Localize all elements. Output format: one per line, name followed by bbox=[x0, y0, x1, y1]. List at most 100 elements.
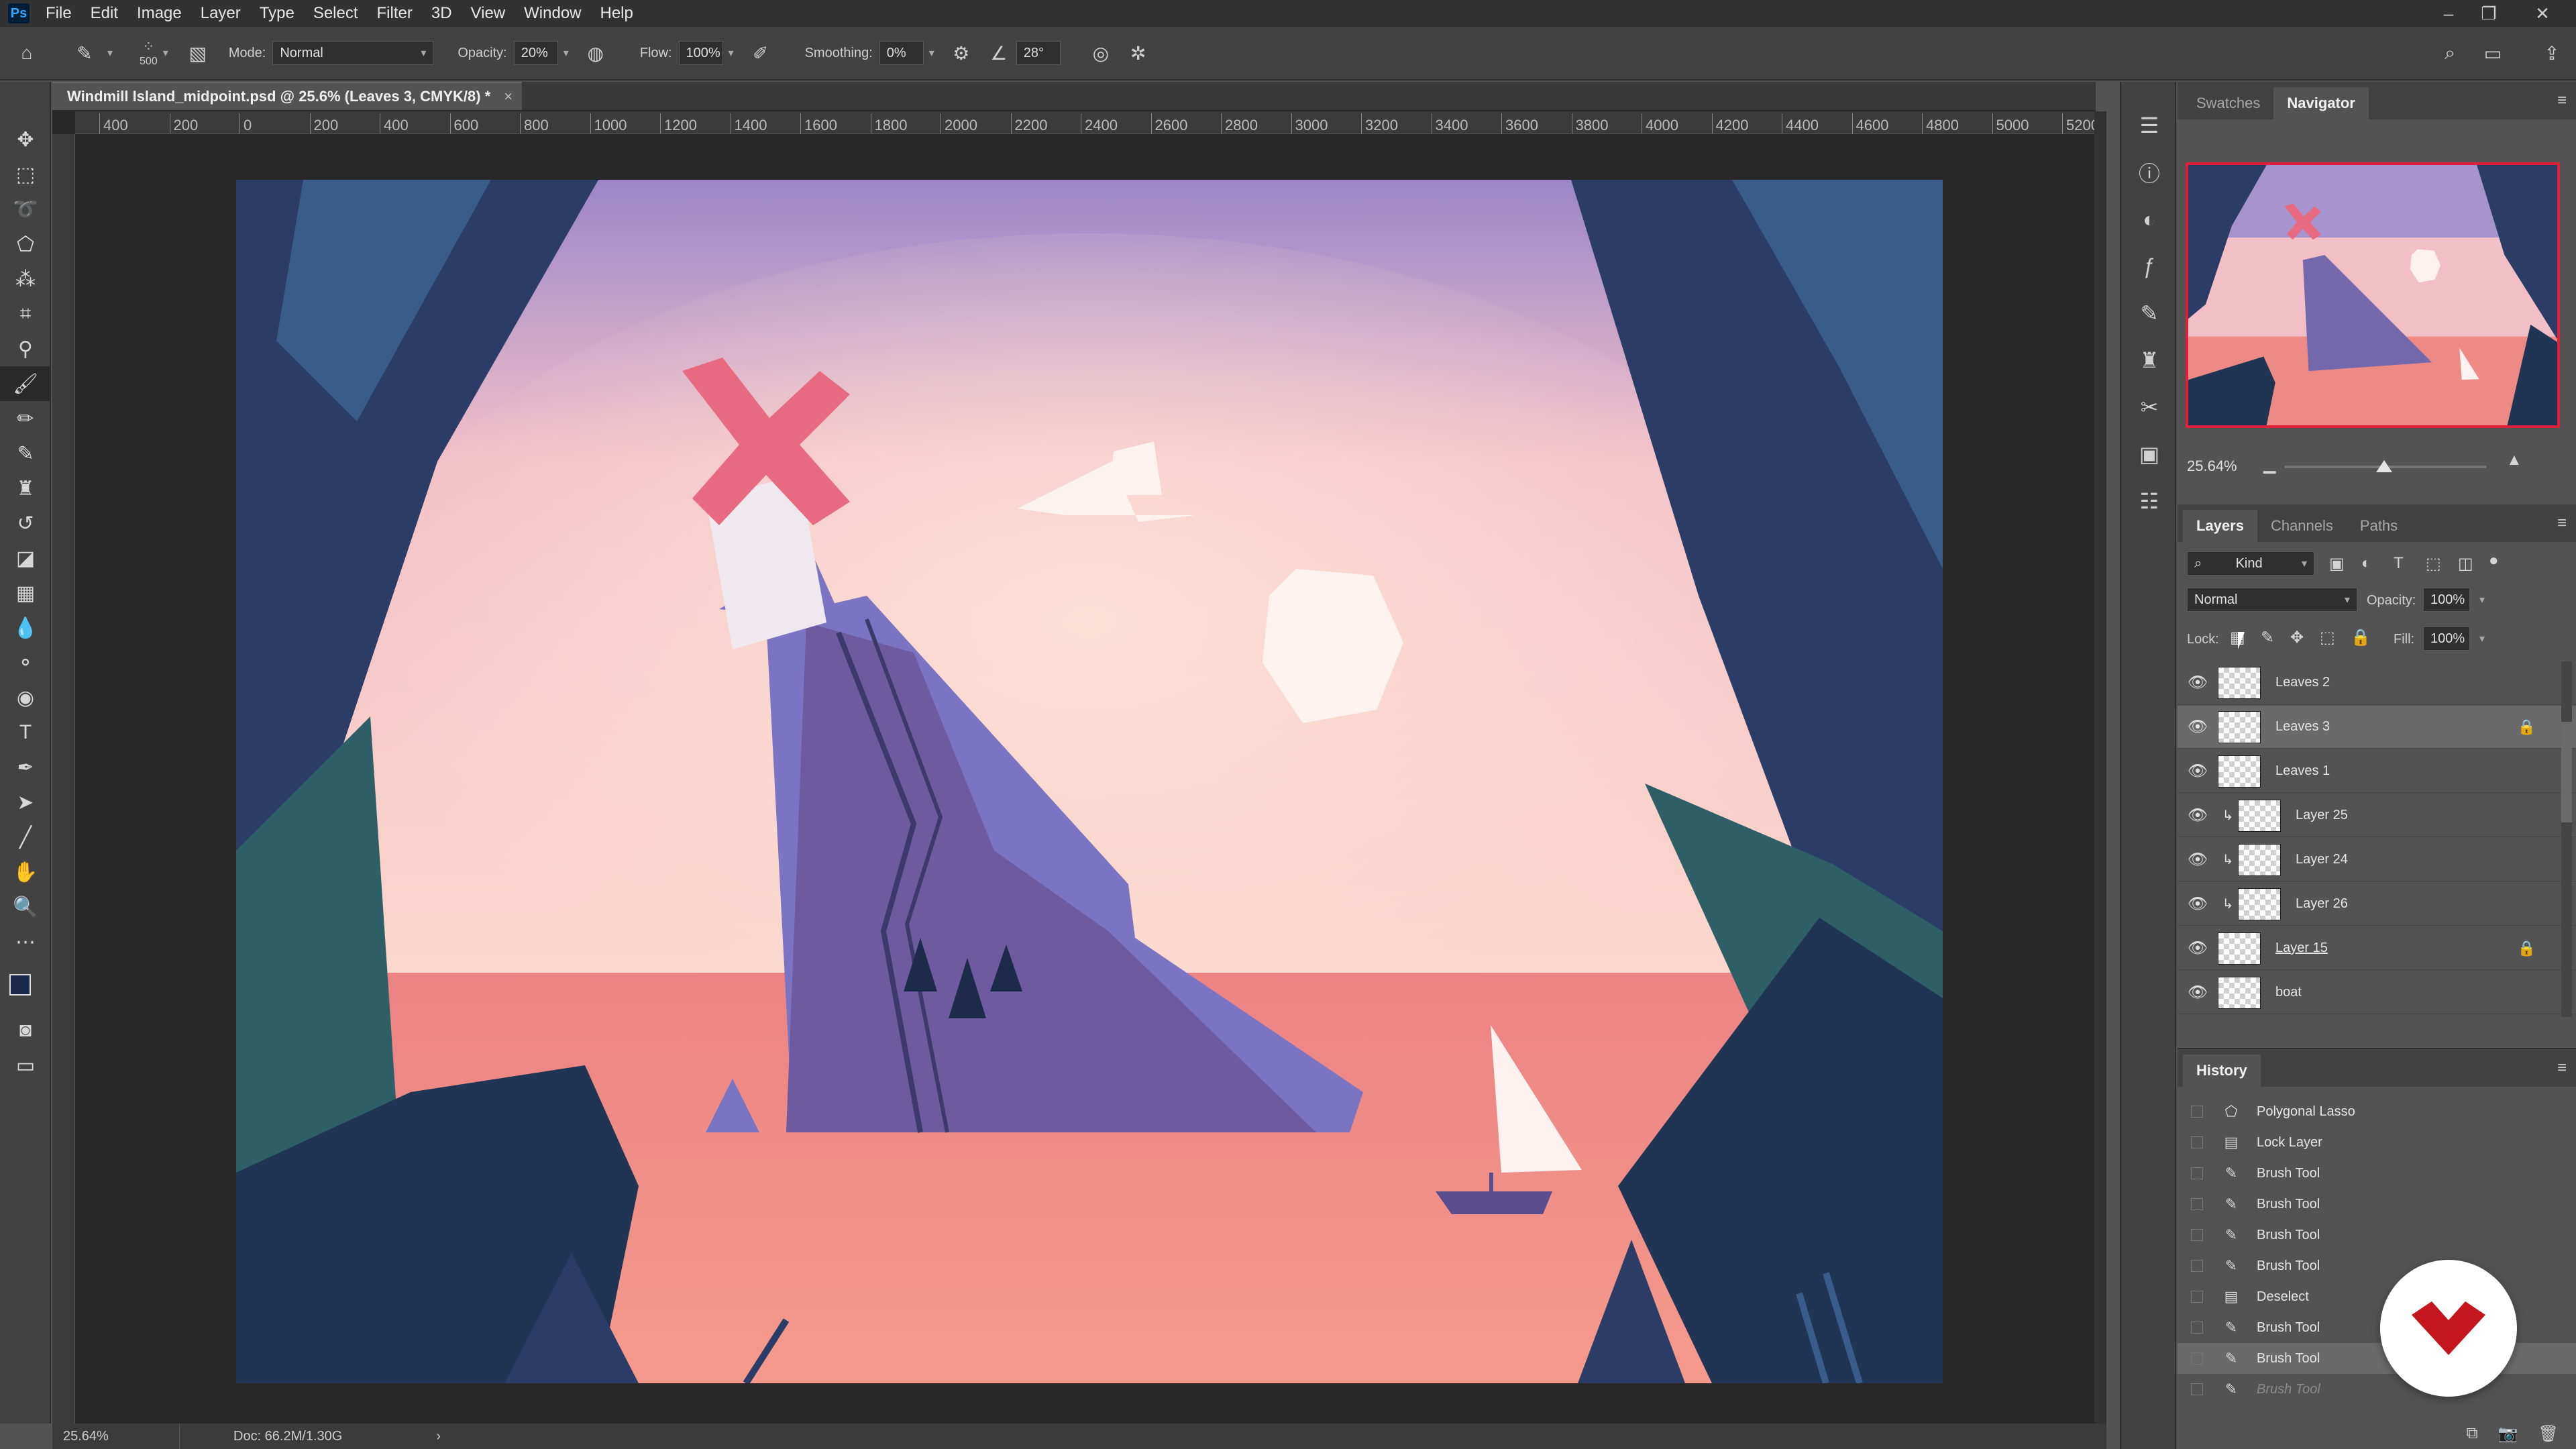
history-brush-tool-icon[interactable]: ↺ bbox=[0, 506, 51, 541]
lock-position-icon[interactable]: ✥ bbox=[2290, 628, 2304, 647]
brush-tool-icon[interactable]: 🖌 bbox=[0, 366, 51, 401]
layer-row-leaves-3[interactable]: 👁 Leaves 3 🔒 bbox=[2178, 706, 2576, 749]
delete-state-icon[interactable]: 🗑 bbox=[2538, 1424, 2559, 1444]
menu-3d[interactable]: 3D bbox=[422, 4, 462, 23]
quick-mask-icon[interactable]: ◙ bbox=[0, 1013, 51, 1048]
visibility-eye-icon[interactable]: 👁 bbox=[2178, 894, 2218, 914]
foreground-color-swatch[interactable] bbox=[9, 974, 31, 996]
sponge-tool-icon[interactable]: ◉ bbox=[0, 680, 51, 715]
history-item[interactable]: ✎ Brush Tool bbox=[2178, 1189, 2576, 1220]
navigator-zoom[interactable]: 25.64% bbox=[2187, 458, 2237, 475]
share-icon[interactable]: ⇪ bbox=[2538, 40, 2565, 66]
clone-source-icon[interactable]: ♜ bbox=[2121, 337, 2178, 384]
layers-scrollbar[interactable] bbox=[2561, 661, 2572, 1017]
search-icon[interactable]: ⌕ bbox=[2436, 40, 2463, 66]
screen-mode-icon[interactable]: ▭ bbox=[0, 1048, 51, 1083]
blur-tool-icon[interactable]: 💧 bbox=[0, 610, 51, 645]
layer-comps-icon[interactable]: ☷ bbox=[2121, 478, 2178, 525]
minimize-icon[interactable]: – bbox=[2428, 0, 2469, 27]
filter-adjustment-icon[interactable]: ◐ bbox=[2361, 554, 2371, 573]
snapshot-camera-icon[interactable]: 📷 bbox=[2498, 1424, 2518, 1444]
status-menu-icon[interactable]: › bbox=[436, 1429, 441, 1444]
filter-type-icon[interactable]: T bbox=[2394, 554, 2404, 573]
pressure-opacity-icon[interactable]: ◍ bbox=[582, 40, 609, 66]
smoothing-input[interactable]: 0% bbox=[879, 41, 924, 65]
zoom-out-icon[interactable]: ▁ bbox=[2263, 455, 2275, 474]
artwork-canvas[interactable] bbox=[236, 180, 1943, 1383]
smoothing-caret-icon[interactable]: ▾ bbox=[929, 46, 934, 60]
history-item[interactable]: ▤ Lock Layer bbox=[2178, 1127, 2576, 1158]
history-item[interactable]: ✎ Brush Tool bbox=[2178, 1220, 2576, 1250]
visibility-eye-icon[interactable]: 👁 bbox=[2178, 850, 2218, 869]
eyedropper-tool-icon[interactable]: ⚲ bbox=[0, 331, 51, 366]
menu-edit[interactable]: Edit bbox=[81, 4, 127, 23]
menu-window[interactable]: Window bbox=[515, 4, 590, 23]
panel-menu-icon[interactable]: ≡ bbox=[2557, 91, 2567, 110]
horizontal-ruler[interactable]: 400 200 0 200 400 600 800 1000 1200 1400 1600 1800 2… bbox=[75, 111, 2094, 134]
menu-type[interactable]: Type bbox=[250, 4, 304, 23]
lock-artboard-icon[interactable]: ⬚ bbox=[2320, 628, 2335, 647]
angle-input[interactable]: 28° bbox=[1016, 41, 1061, 65]
dodge-tool-icon[interactable]: ⚬ bbox=[0, 645, 51, 680]
gear-icon[interactable]: ⚙ bbox=[948, 40, 975, 66]
adjustments-icon[interactable]: ◐ bbox=[2121, 196, 2178, 243]
home-icon[interactable]: ⌂ bbox=[13, 40, 40, 66]
tab-paths[interactable]: Paths bbox=[2347, 510, 2411, 542]
layer-row-boat[interactable]: 👁 boat bbox=[2178, 971, 2576, 1014]
menu-select[interactable]: Select bbox=[304, 4, 368, 23]
layer-row-layer-26[interactable]: 👁 ↳ Layer 26 bbox=[2178, 883, 2576, 926]
close-window-icon[interactable]: ✕ bbox=[2522, 0, 2563, 27]
visibility-eye-icon[interactable]: 👁 bbox=[2178, 983, 2218, 1002]
menu-image[interactable]: Image bbox=[127, 4, 191, 23]
filter-toggle-icon[interactable]: ● bbox=[2489, 551, 2499, 570]
brush-size-caret-icon[interactable]: ▾ bbox=[163, 46, 168, 60]
visibility-eye-icon[interactable]: 👁 bbox=[2178, 673, 2218, 692]
zoom-in-icon[interactable]: ▲ bbox=[2506, 451, 2522, 470]
history-item[interactable]: ✎ Brush Tool bbox=[2178, 1250, 2576, 1281]
workspace-icon[interactable]: ▭ bbox=[2479, 40, 2506, 66]
history-item-undone[interactable]: ✎ Brush Tool bbox=[2178, 1374, 2576, 1405]
layer-opacity-input[interactable]: 100% bbox=[2423, 588, 2470, 612]
airbrush-icon[interactable]: ✐ bbox=[747, 40, 774, 66]
restore-icon[interactable]: ❐ bbox=[2469, 0, 2509, 27]
tab-history[interactable]: History bbox=[2183, 1055, 2261, 1087]
history-item-current[interactable]: ✎ Brush Tool bbox=[2178, 1343, 2576, 1374]
new-document-from-state-icon[interactable]: ⧉ bbox=[2467, 1424, 2478, 1443]
history-item[interactable]: ✎ Brush Tool bbox=[2178, 1158, 2576, 1189]
brush-preset-caret-icon[interactable]: ▾ bbox=[107, 46, 113, 60]
opacity-caret-icon[interactable]: ▾ bbox=[564, 46, 569, 60]
gradient-tool-icon[interactable]: ▦ bbox=[0, 576, 51, 610]
tab-layers[interactable]: Layers bbox=[2183, 510, 2257, 542]
layer-row-leaves-1[interactable]: 👁 Leaves 1 bbox=[2178, 750, 2576, 793]
lock-pixels-icon[interactable]: ✎ bbox=[2261, 628, 2274, 647]
menu-layer[interactable]: Layer bbox=[191, 4, 250, 23]
navigator-slider-handle[interactable] bbox=[2376, 460, 2392, 472]
brush-settings-panel-icon[interactable]: ▧ bbox=[184, 40, 211, 66]
color-swatches[interactable] bbox=[0, 959, 50, 1013]
polygonal-lasso-tool-icon[interactable]: ⬠ bbox=[0, 227, 51, 262]
document-scrollbar[interactable] bbox=[2094, 111, 2106, 1424]
zoom-level[interactable]: 25.64% bbox=[52, 1424, 180, 1449]
clone-stamp-tool-icon[interactable]: ♜ bbox=[0, 471, 51, 506]
layer-row-layer-24[interactable]: 👁 ↳ Layer 24 bbox=[2178, 839, 2576, 881]
filter-smart-object-icon[interactable]: ◫ bbox=[2458, 554, 2473, 574]
menu-filter[interactable]: Filter bbox=[368, 4, 422, 23]
navigator-thumbnail[interactable] bbox=[2186, 162, 2560, 428]
layer-filter-kind-select[interactable]: ⌕ Kind ▾ bbox=[2187, 551, 2314, 576]
panel-menu-icon[interactable]: ≡ bbox=[2557, 514, 2567, 533]
panel-menu-icon[interactable]: ≡ bbox=[2557, 1059, 2567, 1077]
marquee-tool-icon[interactable]: ⬚ bbox=[0, 157, 51, 192]
pressure-size-icon[interactable]: ◎ bbox=[1087, 40, 1114, 66]
pencil-tool-icon[interactable]: ✏ bbox=[0, 401, 51, 436]
mixer-brush-tool-icon[interactable]: ✎ bbox=[0, 436, 51, 471]
crop-tool-icon[interactable]: ⌗ bbox=[0, 297, 51, 331]
layer-row-leaves-2[interactable]: 👁 Leaves 2 bbox=[2178, 661, 2576, 704]
move-tool-icon[interactable]: ✥ bbox=[0, 122, 51, 157]
hand-tool-icon[interactable]: ✋ bbox=[0, 855, 51, 890]
info-icon[interactable]: ⓘ bbox=[2121, 149, 2178, 196]
tab-channels[interactable]: Channels bbox=[2257, 510, 2347, 542]
lock-all-icon[interactable]: 🔒 bbox=[2351, 628, 2371, 647]
filter-shape-icon[interactable]: ⬚ bbox=[2426, 554, 2441, 574]
flow-caret-icon[interactable]: ▾ bbox=[729, 46, 734, 60]
fill-caret-icon[interactable]: ▾ bbox=[2479, 632, 2485, 645]
